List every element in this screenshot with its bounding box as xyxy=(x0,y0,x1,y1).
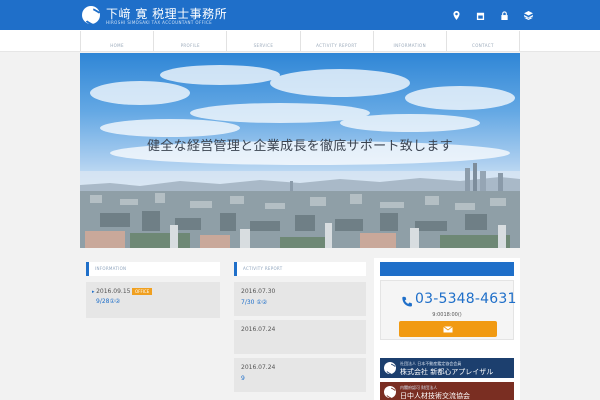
nav-item-information[interactable]: INFORMATION xyxy=(372,31,446,51)
activity-item[interactable]: 2016.07.24 xyxy=(234,320,366,354)
information-item[interactable]: 2016.09.15 OFFICE 9/28①② xyxy=(86,282,220,318)
phone-icon xyxy=(401,293,413,307)
map-pin-icon[interactable] xyxy=(450,9,462,21)
stack-icon[interactable] xyxy=(522,9,534,21)
activity-item-title[interactable]: 7/30 ①② xyxy=(241,299,267,306)
nav-item-activity-report[interactable]: ACTIVITY REPORT xyxy=(299,31,373,51)
activity-item[interactable]: 2016.07.30 7/30 ①② xyxy=(234,282,366,316)
nav-label: ACTIVITY REPORT xyxy=(316,43,358,48)
nav-label: PROFILE xyxy=(180,43,200,48)
information-item-title[interactable]: 9/28①② xyxy=(96,298,120,305)
phone-number[interactable]: 03-5348-4631 xyxy=(415,291,517,307)
business-hours: 9:0018:00() xyxy=(432,312,462,318)
contact-header-bar xyxy=(380,262,514,276)
header-icon-group xyxy=(450,9,534,21)
activity-item-title[interactable]: 9 xyxy=(241,375,245,382)
global-nav-bar: HOME PROFILE SERVICE ACTIVITY REPORT INF… xyxy=(0,30,600,52)
nav-item-home[interactable]: HOME xyxy=(80,31,153,51)
activity-item-date: 2016.07.24 xyxy=(241,364,276,371)
nav-item-profile[interactable]: PROFILE xyxy=(153,31,226,51)
hero-image: 健全な経営管理と企業成長を徹底サポート致します xyxy=(80,53,520,248)
association-logo-icon xyxy=(384,386,396,398)
nav-item-contact[interactable]: CONTACT xyxy=(445,31,521,51)
site-header: 下﨑 寛 税理士事務所 HIROSHI SIMOSAKI TAX ACCOUNT… xyxy=(0,0,600,30)
nav-item-service[interactable]: SERVICE xyxy=(226,31,299,51)
nav-label: CONTACT xyxy=(472,43,494,48)
logo-icon[interactable] xyxy=(82,6,100,24)
banner-title: 株式会社 新都心アプレイザル xyxy=(400,368,494,376)
lock-icon[interactable] xyxy=(498,9,510,21)
activity-item[interactable]: 2016.07.24 9 xyxy=(234,358,366,392)
mail-contact-button[interactable] xyxy=(399,321,497,337)
contact-panel: 03-5348-4631 9:0018:00() 社団法人 日本不動産鑑定協会会… xyxy=(374,258,520,400)
page: 下﨑 寛 税理士事務所 HIROSHI SIMOSAKI TAX ACCOUNT… xyxy=(0,0,600,400)
mail-icon xyxy=(443,325,453,332)
appraisal-company-banner[interactable]: 社団法人 日本不動産鑑定協会会員 株式会社 新都心アプレイザル xyxy=(380,358,514,378)
activity-report-heading-label: ACTIVITY REPORT xyxy=(243,266,283,271)
contact-box: 03-5348-4631 9:0018:00() xyxy=(380,280,517,340)
activity-item-date: 2016.07.30 xyxy=(241,288,276,295)
banner-title: 日中人材技術交流協会 xyxy=(400,392,470,400)
activity-item-date: 2016.07.24 xyxy=(241,326,276,333)
company-logo-icon xyxy=(384,362,396,374)
exchange-association-banner[interactable]: 内閣府認可 財団法人 日中人材技術交流協会 xyxy=(380,382,514,400)
information-item-date: 2016.09.15 xyxy=(92,288,130,295)
hero-headline: 健全な経営管理と企業成長を徹底サポート致します xyxy=(147,139,453,154)
brand-subtitle: HIROSHI SIMOSAKI TAX ACCOUNTANT OFFICE xyxy=(106,20,213,25)
information-heading-label: INFORMATION xyxy=(95,266,127,271)
nav-label: INFORMATION xyxy=(393,43,426,48)
information-item-badge: OFFICE xyxy=(132,288,153,295)
information-heading: INFORMATION xyxy=(86,262,220,276)
calendar-icon[interactable] xyxy=(474,9,486,21)
nav-label: SERVICE xyxy=(253,43,274,48)
activity-report-heading: ACTIVITY REPORT xyxy=(234,262,366,276)
nav-label: HOME xyxy=(110,43,124,48)
global-nav: HOME PROFILE SERVICE ACTIVITY REPORT INF… xyxy=(80,31,521,51)
